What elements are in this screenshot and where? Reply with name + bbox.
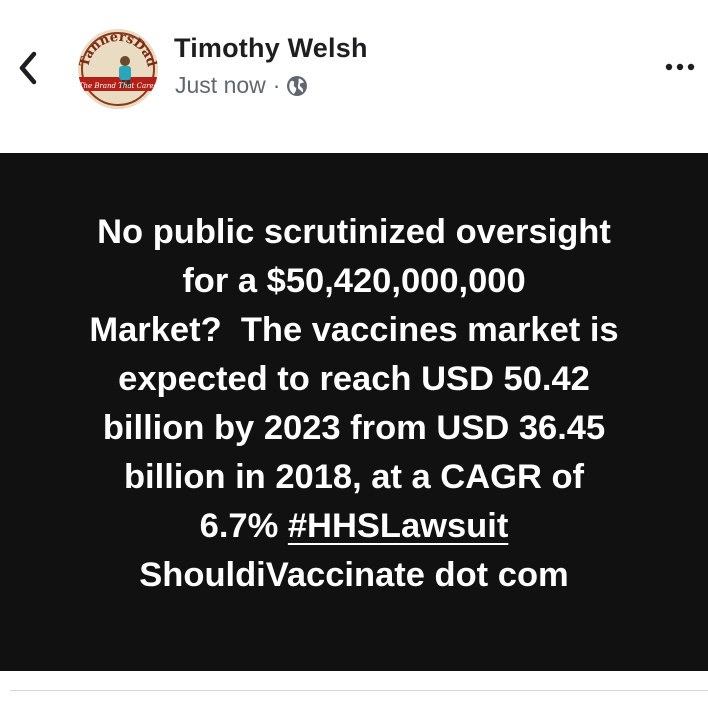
post-content: No public scrutinized oversight for a $5… — [0, 153, 708, 671]
chevron-left-icon — [19, 51, 37, 85]
author-name[interactable]: Timothy Welsh — [174, 33, 368, 64]
meta-separator: · — [272, 71, 281, 98]
avatar-text-bottom: The Brand That Cares — [79, 82, 158, 90]
post-text-line: for a $50,420,000,000 — [182, 262, 526, 300]
globe-icon[interactable] — [286, 75, 308, 97]
post-text-line: Market? The vaccines market is — [89, 311, 619, 349]
post-text-line-hashtag: 6.7% #HHSLawsuit — [14, 502, 694, 551]
post-text-line: No public scrutinized oversight — [97, 213, 611, 251]
avatar[interactable]: TannersDad The Brand That Cares — [78, 29, 158, 109]
post-header: TannersDad The Brand That Cares Timothy … — [0, 0, 708, 153]
post-text: No public scrutinized oversight for a $5… — [14, 208, 694, 600]
post-text-line: billion by 2023 from USD 36.45 — [102, 409, 606, 447]
more-options-icon — [665, 63, 695, 71]
post-text-line: expected to reach USD 50.42 — [118, 360, 590, 398]
more-options-button[interactable] — [660, 55, 700, 79]
post-text-line: billion in 2018, at a CAGR of — [123, 458, 585, 496]
hashtag-link[interactable]: #HHSLawsuit — [288, 507, 508, 545]
back-button[interactable] — [12, 48, 48, 88]
avatar-logo: TannersDad The Brand That Cares — [78, 29, 158, 109]
post-meta: Just now · — [175, 71, 308, 99]
cagr-text: 6.7% — [199, 507, 288, 545]
divider — [10, 690, 708, 691]
post-text-line: ShouldiVaccinate dot com — [139, 556, 569, 594]
timestamp[interactable]: Just now — [175, 72, 266, 99]
